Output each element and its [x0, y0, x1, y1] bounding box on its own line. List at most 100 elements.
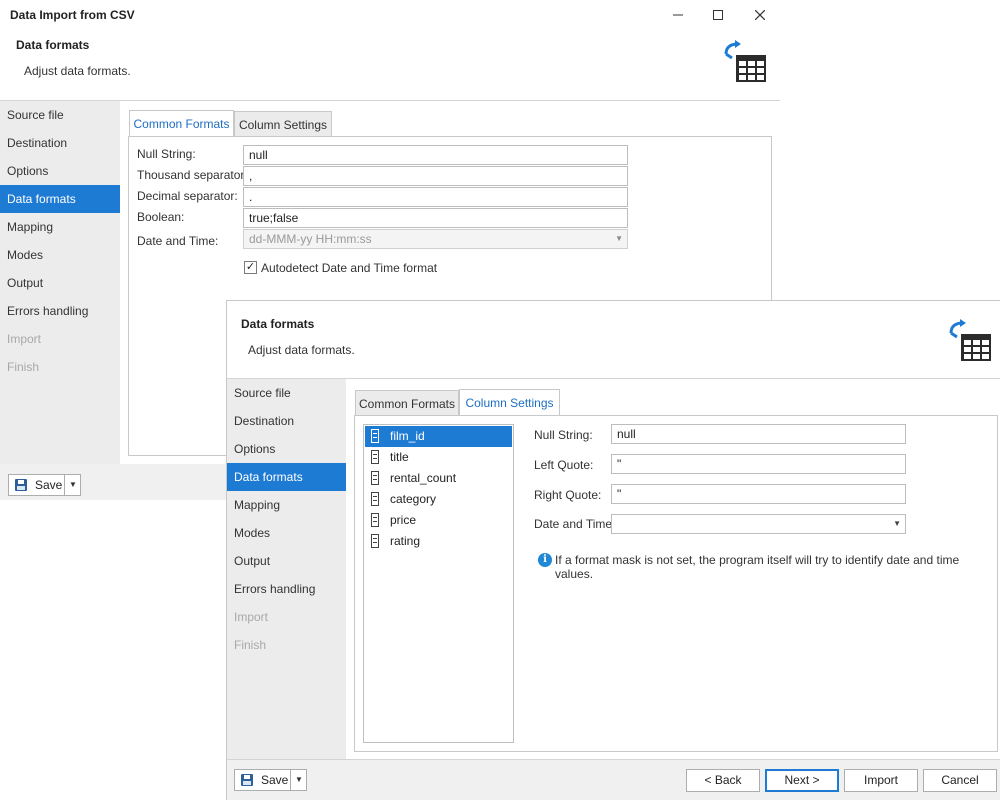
chevron-down-icon[interactable]: ▼	[291, 770, 307, 790]
import-table-icon	[724, 40, 766, 82]
sidebar: Source file Destination Options Data for…	[0, 101, 120, 464]
window-title: Data Import from CSV	[10, 8, 135, 22]
import-table-icon	[949, 319, 991, 361]
sidebar-item-modes[interactable]: Modes	[227, 519, 346, 547]
decimal-separator-label: Decimal separator:	[137, 189, 238, 203]
sidebar-item-output[interactable]: Output	[227, 547, 346, 575]
close-icon	[755, 10, 765, 20]
tab-column-settings[interactable]: Column Settings	[234, 111, 332, 137]
maximize-icon	[713, 10, 723, 20]
sidebar-item-options[interactable]: Options	[0, 157, 120, 185]
sidebar-item-output[interactable]: Output	[0, 269, 120, 297]
page-subtitle: Adjust data formats.	[24, 64, 131, 78]
chevron-down-icon: ▼	[893, 519, 901, 528]
sidebar-item-options[interactable]: Options	[227, 435, 346, 463]
sidebar-item-modes[interactable]: Modes	[0, 241, 120, 269]
sidebar-item-mapping[interactable]: Mapping	[0, 213, 120, 241]
save-split-button[interactable]: Save ▼	[8, 474, 81, 496]
info-icon: i	[538, 553, 552, 567]
decimal-separator-input[interactable]: .	[243, 187, 628, 207]
null-string-input[interactable]: null	[243, 145, 628, 165]
columns-list[interactable]: film_id title rental_count category pric…	[363, 424, 514, 743]
chevron-down-icon[interactable]: ▼	[65, 475, 81, 495]
sidebar-item-data-formats[interactable]: Data formats	[227, 463, 346, 491]
tab-column-settings[interactable]: Column Settings	[459, 389, 560, 416]
column-name: film_id	[390, 429, 425, 443]
list-item[interactable]: rating	[365, 531, 512, 552]
column-name: price	[390, 513, 417, 527]
page-subtitle: Adjust data formats.	[248, 343, 355, 357]
list-item[interactable]: film_id	[365, 426, 512, 447]
tab-common-formats[interactable]: Common Formats	[355, 390, 459, 416]
close-button[interactable]	[740, 0, 780, 30]
date-time-label: Date and Time:	[534, 517, 616, 531]
column-icon	[371, 534, 379, 548]
left-quote-label: Left Quote:	[534, 458, 594, 472]
minimize-icon	[673, 14, 683, 16]
save-label: Save	[35, 478, 63, 492]
sidebar-item-import: Import	[7, 332, 42, 346]
chevron-down-icon: ▼	[615, 234, 623, 243]
save-label: Save	[261, 773, 289, 787]
right-quote-input[interactable]: "	[611, 484, 906, 504]
page-title: Data formats	[241, 317, 315, 331]
sidebar-item-import: Import	[234, 610, 269, 624]
column-icon	[371, 513, 379, 527]
front-wizard-window: Data formats Adjust data formats. Source…	[226, 300, 1000, 800]
sidebar-item-finish: Finish	[234, 638, 267, 652]
autodetect-label: Autodetect Date and Time format	[261, 261, 438, 275]
thousand-separator-label: Thousand separator:	[137, 168, 248, 182]
sidebar-item-source-file[interactable]: Source file	[227, 379, 346, 407]
boolean-label: Boolean:	[137, 210, 185, 224]
info-text: If a format mask is not set, the program…	[555, 553, 960, 581]
save-split-button[interactable]: Save ▼	[234, 769, 307, 791]
sidebar-item-destination[interactable]: Destination	[227, 407, 346, 435]
date-time-combo: dd-MMM-yy HH:mm:ss ▼	[243, 229, 628, 249]
column-name: title	[390, 450, 409, 464]
sidebar-item-destination[interactable]: Destination	[0, 129, 120, 157]
date-time-label: Date and Time:	[137, 234, 219, 248]
column-icon	[371, 429, 379, 443]
cancel-button[interactable]: Cancel	[923, 769, 997, 792]
column-icon	[371, 471, 379, 485]
column-icon	[371, 450, 379, 464]
right-quote-label: Right Quote:	[534, 488, 602, 502]
list-item[interactable]: rental_count	[365, 468, 512, 489]
save-button[interactable]: Save	[9, 475, 69, 495]
null-string-label: Null String:	[534, 428, 593, 442]
column-name: rating	[390, 534, 421, 548]
column-name: category	[390, 492, 437, 506]
column-settings-panel: film_id title rental_count category pric…	[354, 415, 998, 752]
floppy-disk-icon	[15, 479, 27, 491]
null-string-input[interactable]: null	[611, 424, 906, 444]
sidebar-item-errors-handling[interactable]: Errors handling	[0, 297, 120, 325]
sidebar: Source file Destination Options Data for…	[227, 379, 346, 759]
sidebar-item-data-formats[interactable]: Data formats	[0, 185, 120, 213]
autodetect-checkbox[interactable]: ✓	[244, 261, 257, 274]
sidebar-item-source-file[interactable]: Source file	[0, 101, 120, 129]
sidebar-item-mapping[interactable]: Mapping	[227, 491, 346, 519]
title-bar: Data Import from CSV	[0, 0, 780, 30]
sidebar-item-finish: Finish	[7, 360, 40, 374]
maximize-button[interactable]	[698, 0, 738, 30]
list-item[interactable]: price	[365, 510, 512, 531]
save-button[interactable]: Save	[235, 770, 295, 790]
column-name: rental_count	[390, 471, 457, 485]
floppy-disk-icon	[241, 774, 253, 786]
footer: Save ▼ < Back Next > Import Cancel	[227, 760, 1000, 800]
sidebar-item-errors-handling[interactable]: Errors handling	[227, 575, 346, 603]
minimize-button[interactable]	[658, 0, 698, 30]
import-button[interactable]: Import	[844, 769, 918, 792]
boolean-input[interactable]: true;false	[243, 208, 628, 228]
list-item[interactable]: category	[365, 489, 512, 510]
date-time-value: dd-MMM-yy HH:mm:ss	[249, 232, 372, 246]
tab-common-formats[interactable]: Common Formats	[129, 110, 234, 137]
date-time-combo[interactable]: ▼	[611, 514, 906, 534]
null-string-label: Null String:	[137, 147, 196, 161]
thousand-separator-input[interactable]: ,	[243, 166, 628, 186]
left-quote-input[interactable]: "	[611, 454, 906, 474]
back-button[interactable]: < Back	[686, 769, 760, 792]
next-button[interactable]: Next >	[765, 769, 839, 792]
column-icon	[371, 492, 379, 506]
list-item[interactable]: title	[365, 447, 512, 468]
